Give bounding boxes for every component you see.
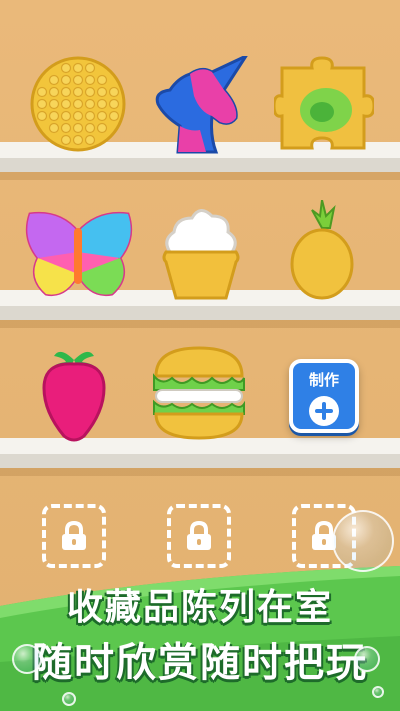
round-popit[interactable] (30, 56, 126, 152)
locked-slot[interactable] (167, 504, 231, 568)
bubble-decoration (332, 510, 394, 572)
banner-title-line2: 随时欣赏随时把玩 (32, 640, 368, 686)
make-button-label: 制作 (308, 371, 339, 389)
bubble-decoration (354, 646, 380, 672)
unicorn-popit[interactable] (150, 56, 254, 156)
butterfly-popit[interactable] (20, 208, 138, 300)
plus-icon (309, 396, 339, 426)
lock-icon (187, 521, 211, 550)
pineapple-popit[interactable] (290, 200, 354, 300)
bubble-decoration (12, 644, 42, 674)
puzzle-popit[interactable] (274, 56, 374, 152)
bubble-decoration (372, 686, 384, 698)
shelf-3 (0, 438, 400, 476)
burger-popit[interactable] (152, 346, 246, 440)
banner-title-line1: 收藏品陈列在室 (66, 587, 333, 628)
bubble-decoration (62, 692, 76, 706)
icecream-popit[interactable] (160, 202, 242, 300)
strawberry-popit[interactable] (40, 342, 108, 442)
make-button[interactable]: 制作 (289, 359, 359, 433)
locked-slot[interactable] (42, 504, 106, 568)
lock-icon (62, 521, 86, 550)
